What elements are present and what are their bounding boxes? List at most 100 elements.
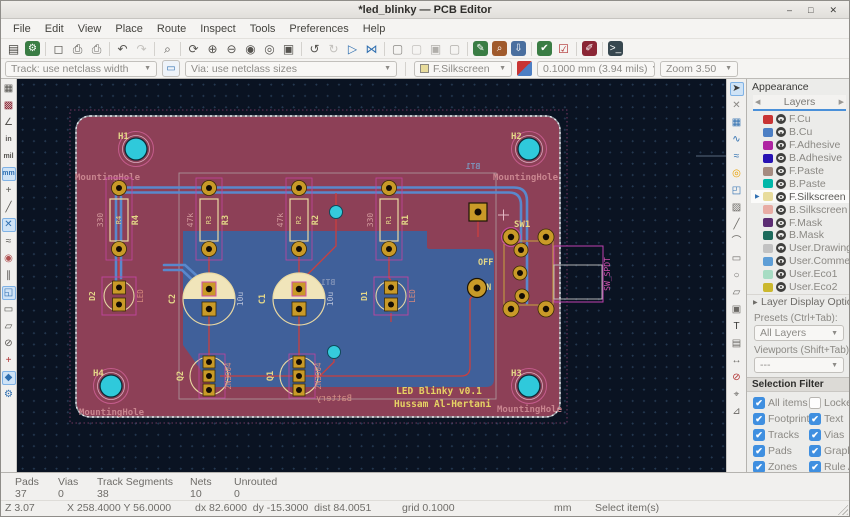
layer-display-options[interactable]: ▶ Layer Display Option bbox=[747, 294, 849, 310]
checkbox[interactable]: ✔ bbox=[753, 428, 765, 441]
add-dimension-button[interactable]: ↔ bbox=[730, 354, 744, 368]
units-mm-button[interactable]: mm bbox=[1, 166, 16, 181]
find-button[interactable]: ⌕ bbox=[159, 40, 176, 57]
add-zone-button[interactable]: ◰ bbox=[730, 184, 744, 198]
visibility-eye-icon[interactable] bbox=[776, 178, 786, 189]
scripting-console-button[interactable]: >_ bbox=[608, 41, 623, 56]
measure-tool-button[interactable]: ⊿ bbox=[730, 405, 744, 419]
layer-row-f-mask[interactable]: F.Mask bbox=[751, 216, 849, 229]
layer-pair-icon[interactable] bbox=[517, 61, 532, 76]
route-tracks-button[interactable]: ∿ bbox=[730, 133, 744, 147]
close-button[interactable]: ✕ bbox=[829, 1, 837, 19]
layer-row-user-eco1[interactable]: User.Eco1 bbox=[751, 268, 849, 281]
filled-zones-button[interactable]: ◱ bbox=[1, 285, 16, 300]
auto-track-width-button[interactable]: ▭ bbox=[162, 60, 180, 77]
zoom-selection-button[interactable]: ▣ bbox=[280, 40, 297, 57]
visibility-eye-icon[interactable] bbox=[776, 114, 786, 125]
print-button[interactable]: ⎙ bbox=[69, 40, 86, 57]
visibility-eye-icon[interactable] bbox=[776, 282, 786, 293]
layer-color-swatch[interactable] bbox=[763, 205, 773, 215]
delete-tool-button[interactable]: ⊘ bbox=[730, 371, 744, 385]
layer-color-swatch[interactable] bbox=[763, 140, 773, 150]
select-tool-button[interactable]: ➤ bbox=[729, 81, 744, 96]
checkbox[interactable]: ✔ bbox=[809, 428, 821, 441]
visibility-eye-icon[interactable] bbox=[776, 140, 786, 151]
rotate-ccw-button[interactable]: ↺ bbox=[306, 40, 323, 57]
pcb-canvas[interactable]: H1 H2 H3 H4 MountingHole MountingHole Mo… bbox=[17, 79, 726, 472]
layer-row-user-eco2[interactable]: User.Eco2 bbox=[751, 281, 849, 294]
layer-color-swatch[interactable] bbox=[763, 282, 773, 292]
add-footprint-button[interactable]: ▦ bbox=[730, 116, 744, 130]
add-via-button[interactable]: ◎ bbox=[730, 167, 744, 181]
checkbox[interactable]: ✔ bbox=[809, 444, 821, 457]
menu-edit[interactable]: Edit bbox=[38, 21, 71, 37]
appearance-manager-button[interactable]: ◆ bbox=[1, 370, 16, 385]
layer-color-swatch[interactable] bbox=[763, 192, 773, 202]
filter-all-items[interactable]: ✔ All items bbox=[753, 396, 809, 409]
layer-color-swatch[interactable] bbox=[763, 230, 773, 240]
grid-size-select[interactable]: 0.1000 mm (3.94 mils)▼ bbox=[537, 60, 655, 77]
rotate-cw-button[interactable]: ↻ bbox=[325, 40, 342, 57]
zoom-out-button[interactable]: ⊖ bbox=[223, 40, 240, 57]
crosshair-cursor-button[interactable]: + bbox=[2, 184, 16, 198]
visibility-eye-icon[interactable] bbox=[776, 269, 786, 280]
tab-right-arrow-icon[interactable]: ▶ bbox=[839, 98, 844, 106]
layer-row-f-adhesive[interactable]: F.Adhesive bbox=[751, 139, 849, 152]
layer-row-user-comments[interactable]: User.Comments bbox=[751, 255, 849, 268]
redo-button[interactable]: ↷ bbox=[133, 40, 150, 57]
checkbox[interactable] bbox=[809, 396, 821, 409]
visibility-eye-icon[interactable] bbox=[776, 166, 786, 176]
dim-inactive-layers-button[interactable]: + bbox=[2, 354, 16, 368]
filter-vias[interactable]: ✔ Vias bbox=[809, 428, 849, 441]
sketch-vias-button[interactable]: ⊘ bbox=[2, 337, 16, 351]
menu-place[interactable]: Place bbox=[108, 21, 150, 37]
grid-override-button[interactable]: ▩ bbox=[2, 99, 16, 113]
layer-color-swatch[interactable] bbox=[763, 218, 773, 228]
layer-color-swatch[interactable] bbox=[763, 114, 773, 124]
layer-row-f-silkscreen[interactable]: ▶ F.Silkscreen bbox=[751, 190, 849, 204]
layer-row-f-cu[interactable]: F.Cu bbox=[751, 113, 849, 126]
save-button[interactable]: ▤ bbox=[5, 40, 22, 57]
grid-origin-button[interactable]: ⌖ bbox=[730, 388, 744, 402]
flip-button[interactable]: ▷ bbox=[344, 40, 361, 57]
add-image-button[interactable]: ▣ bbox=[730, 303, 744, 317]
undo-button[interactable]: ↶ bbox=[114, 40, 131, 57]
footprint-editor-button[interactable]: ✎ bbox=[473, 41, 488, 56]
layer-color-swatch[interactable] bbox=[763, 243, 773, 253]
checkbox[interactable]: ✔ bbox=[753, 412, 765, 425]
layer-color-swatch[interactable] bbox=[763, 256, 773, 266]
menu-inspect[interactable]: Inspect bbox=[193, 21, 242, 37]
layer-row-b-paste[interactable]: B.Paste bbox=[751, 177, 849, 190]
filter-footprints[interactable]: ✔Footprints bbox=[753, 412, 809, 425]
filter-pads[interactable]: ✔ Pads bbox=[753, 444, 809, 457]
inspect-drc-list-button[interactable]: ☑ bbox=[555, 40, 572, 57]
menu-help[interactable]: Help bbox=[356, 21, 393, 37]
visibility-eye-icon[interactable] bbox=[776, 127, 786, 138]
layer-color-swatch[interactable] bbox=[763, 269, 773, 279]
filter-locked-items[interactable]: Locked items bbox=[809, 396, 849, 409]
router-settings-button[interactable]: ✐ bbox=[582, 41, 597, 56]
layer-row-user-drawings[interactable]: User.Drawings bbox=[751, 242, 849, 255]
layer-color-swatch[interactable] bbox=[763, 153, 773, 163]
layer-color-swatch[interactable] bbox=[763, 166, 773, 176]
filter-text[interactable]: ✔ Text bbox=[809, 412, 849, 425]
layer-row-b-silkscreen[interactable]: B.Silkscreen bbox=[751, 203, 849, 216]
visibility-eye-icon[interactable] bbox=[776, 153, 786, 164]
draw-line-button[interactable]: ╱ bbox=[730, 218, 744, 232]
tune-length-button[interactable]: ≈ bbox=[730, 150, 744, 164]
drc-button[interactable]: ✔ bbox=[537, 41, 552, 56]
minimize-button[interactable]: – bbox=[787, 1, 792, 19]
zoom-in-button[interactable]: ⊕ bbox=[204, 40, 221, 57]
checkbox[interactable]: ✔ bbox=[809, 412, 821, 425]
layer-row-b-cu[interactable]: B.Cu bbox=[751, 126, 849, 139]
unlock-button[interactable]: ▢ bbox=[446, 40, 463, 57]
ungroup-button[interactable]: ▢ bbox=[408, 40, 425, 57]
local-ratsnest-button[interactable]: ✕ bbox=[730, 99, 744, 113]
visibility-eye-icon[interactable] bbox=[776, 217, 786, 228]
lock-button[interactable]: ▣ bbox=[427, 40, 444, 57]
title-bar[interactable]: *led_blinky — PCB Editor – □ ✕ bbox=[1, 1, 849, 19]
visibility-eye-icon[interactable] bbox=[776, 191, 786, 202]
polar-coordinates-button[interactable]: ∠ bbox=[2, 116, 16, 130]
board-setup-button[interactable]: ⚙ bbox=[25, 41, 40, 56]
filter-zones[interactable]: ✔ Zones bbox=[753, 460, 809, 472]
